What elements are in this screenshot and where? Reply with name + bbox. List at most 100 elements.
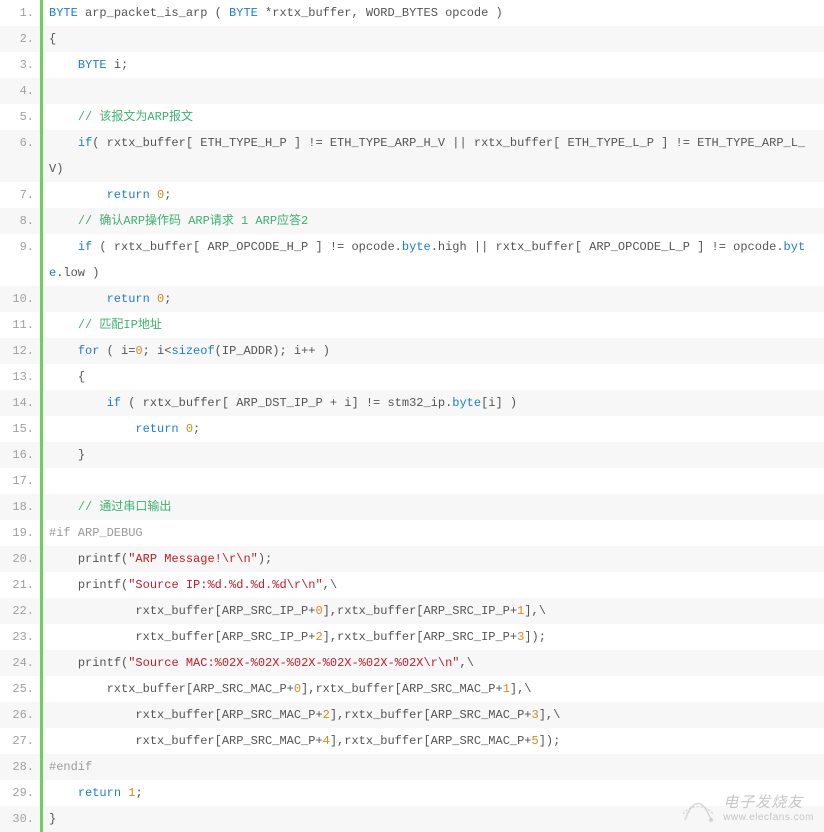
change-bar: [40, 650, 43, 676]
code-text: // 该报文为ARP报文: [49, 104, 824, 130]
code-text: printf("Source IP:%d.%d.%d.%d\r\n",\: [49, 572, 824, 598]
code-listing: 1.BYTE arp_packet_is_arp ( BYTE *rxtx_bu…: [0, 0, 824, 832]
code-text: #endif: [49, 754, 824, 780]
code-text: printf("Source MAC:%02X-%02X-%02X-%02X-%…: [49, 650, 824, 676]
change-bar: [40, 234, 43, 286]
change-bar: [40, 780, 43, 806]
change-bar: [40, 208, 43, 234]
line-number: 27.: [0, 728, 40, 754]
change-bar: [40, 572, 43, 598]
code-text: rxtx_buffer[ARP_SRC_IP_P+2],rxtx_buffer[…: [49, 624, 824, 650]
change-bar: [40, 26, 43, 52]
code-text: // 确认ARP操作码 ARP请求 1 ARP应答2: [49, 208, 824, 234]
code-text: return 1;: [49, 780, 824, 806]
code-text: printf("ARP Message!\r\n");: [49, 546, 824, 572]
code-line: 5. // 该报文为ARP报文: [0, 104, 824, 130]
change-bar: [40, 0, 43, 26]
code-line: 27. rxtx_buffer[ARP_SRC_MAC_P+4],rxtx_bu…: [0, 728, 824, 754]
code-text: [49, 78, 824, 104]
line-number: 13.: [0, 364, 40, 390]
code-line: 24. printf("Source MAC:%02X-%02X-%02X-%0…: [0, 650, 824, 676]
code-line: 22. rxtx_buffer[ARP_SRC_IP_P+0],rxtx_buf…: [0, 598, 824, 624]
line-number: 3.: [0, 52, 40, 78]
line-number: 24.: [0, 650, 40, 676]
line-number: 19.: [0, 520, 40, 546]
change-bar: [40, 390, 43, 416]
change-bar: [40, 494, 43, 520]
change-bar: [40, 754, 43, 780]
line-number: 16.: [0, 442, 40, 468]
line-number: 9.: [0, 234, 40, 260]
change-bar: [40, 286, 43, 312]
line-number: 11.: [0, 312, 40, 338]
code-text: BYTE arp_packet_is_arp ( BYTE *rxtx_buff…: [49, 0, 824, 26]
code-line: 19. #if ARP_DEBUG: [0, 520, 824, 546]
line-number: 7.: [0, 182, 40, 208]
code-line: 29. return 1;: [0, 780, 824, 806]
change-bar: [40, 546, 43, 572]
change-bar: [40, 364, 43, 390]
line-number: 26.: [0, 702, 40, 728]
change-bar: [40, 676, 43, 702]
change-bar: [40, 130, 43, 182]
line-number: 18.: [0, 494, 40, 520]
code-line: 17.: [0, 468, 824, 494]
code-text: if ( rxtx_buffer[ ARP_OPCODE_H_P ] != op…: [49, 234, 824, 286]
code-line: 26. rxtx_buffer[ARP_SRC_MAC_P+2],rxtx_bu…: [0, 702, 824, 728]
code-line: 14. if ( rxtx_buffer[ ARP_DST_IP_P + i] …: [0, 390, 824, 416]
change-bar: [40, 702, 43, 728]
change-bar: [40, 52, 43, 78]
line-number: 12.: [0, 338, 40, 364]
change-bar: [40, 312, 43, 338]
code-line: 18. // 通过串口输出: [0, 494, 824, 520]
change-bar: [40, 442, 43, 468]
line-number: 10.: [0, 286, 40, 312]
code-line: 1.BYTE arp_packet_is_arp ( BYTE *rxtx_bu…: [0, 0, 824, 26]
change-bar: [40, 728, 43, 754]
code-line: 25. rxtx_buffer[ARP_SRC_MAC_P+0],rxtx_bu…: [0, 676, 824, 702]
code-line: 10. return 0;: [0, 286, 824, 312]
code-line: 20. printf("ARP Message!\r\n");: [0, 546, 824, 572]
code-text: if( rxtx_buffer[ ETH_TYPE_H_P ] != ETH_T…: [49, 130, 824, 182]
change-bar: [40, 624, 43, 650]
change-bar: [40, 416, 43, 442]
code-text: return 0;: [49, 286, 824, 312]
code-line: 2. {: [0, 26, 824, 52]
line-number: 4.: [0, 78, 40, 104]
code-line: 8. // 确认ARP操作码 ARP请求 1 ARP应答2: [0, 208, 824, 234]
line-number: 17.: [0, 468, 40, 494]
code-line: 4.: [0, 78, 824, 104]
code-line: 30.}: [0, 806, 824, 832]
code-line: 12. for ( i=0; i<sizeof(IP_ADDR); i++ ): [0, 338, 824, 364]
code-line: 15. return 0;: [0, 416, 824, 442]
change-bar: [40, 468, 43, 494]
change-bar: [40, 338, 43, 364]
code-text: rxtx_buffer[ARP_SRC_MAC_P+0],rxtx_buffer…: [49, 676, 824, 702]
line-number: 6.: [0, 130, 40, 156]
code-line: 16. }: [0, 442, 824, 468]
code-text: }: [49, 806, 824, 832]
code-text: #if ARP_DEBUG: [49, 520, 824, 546]
code-text: // 通过串口输出: [49, 494, 824, 520]
code-text: {: [49, 364, 824, 390]
line-number: 2.: [0, 26, 40, 52]
code-text: // 匹配IP地址: [49, 312, 824, 338]
code-line: 11. // 匹配IP地址: [0, 312, 824, 338]
line-number: 29.: [0, 780, 40, 806]
code-text: [49, 468, 824, 494]
code-line: 21. printf("Source IP:%d.%d.%d.%d\r\n",\: [0, 572, 824, 598]
code-line: 28.#endif: [0, 754, 824, 780]
code-line: 3. BYTE i;: [0, 52, 824, 78]
code-text: {: [49, 26, 824, 52]
code-text: return 0;: [49, 416, 824, 442]
line-number: 25.: [0, 676, 40, 702]
change-bar: [40, 806, 43, 832]
code-text: rxtx_buffer[ARP_SRC_MAC_P+4],rxtx_buffer…: [49, 728, 824, 754]
code-line: 13. {: [0, 364, 824, 390]
line-number: 14.: [0, 390, 40, 416]
change-bar: [40, 182, 43, 208]
line-number: 8.: [0, 208, 40, 234]
change-bar: [40, 520, 43, 546]
change-bar: [40, 598, 43, 624]
code-line: 23. rxtx_buffer[ARP_SRC_IP_P+2],rxtx_buf…: [0, 624, 824, 650]
